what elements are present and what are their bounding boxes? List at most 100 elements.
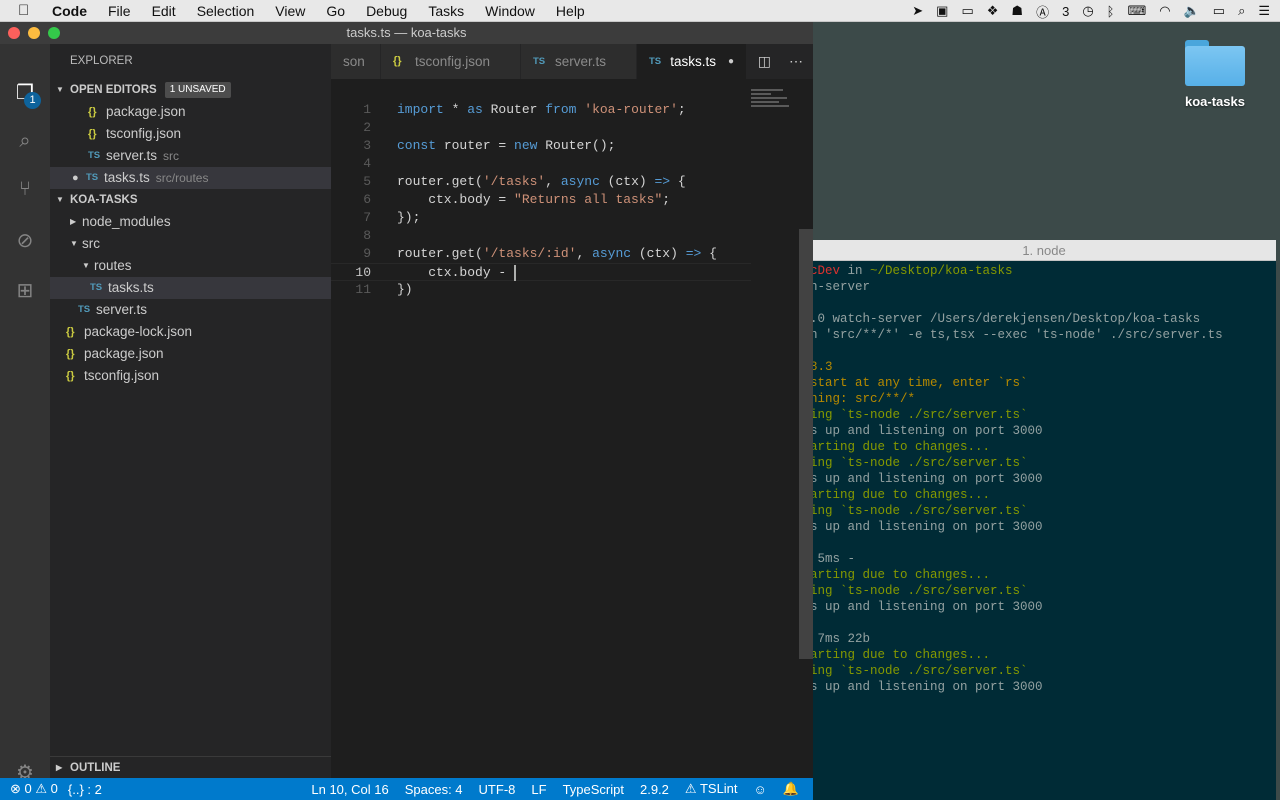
code-line[interactable]: 9 router.get('/tasks/:id', async (ctx) =>… <box>331 245 751 263</box>
menu-tasks[interactable]: Tasks <box>428 3 464 19</box>
tab-package-json[interactable]: son <box>331 44 381 79</box>
code-text: ctx.body - <box>397 264 517 282</box>
code-token: (ctx) <box>631 246 686 261</box>
code-line[interactable]: 3 const router = new Router(); <box>331 137 751 155</box>
volume-icon[interactable]: 🔈 <box>1184 3 1200 19</box>
notifications-bell-icon[interactable]: 🔔 <box>783 781 799 797</box>
extensions-icon[interactable]: ⊞ <box>12 278 38 304</box>
spotlight-search-icon[interactable]: ⌕ <box>1238 3 1245 19</box>
menu-file[interactable]: File <box>108 3 131 19</box>
tree-file[interactable]: {} package.json <box>50 343 331 365</box>
zoom-window-button[interactable] <box>48 27 60 39</box>
code-editor[interactable]: 1 import * as Router from 'koa-router'; 2 3… <box>331 79 813 778</box>
camera-icon[interactable]: ▣ <box>936 3 948 19</box>
keyboard-icon[interactable]: ⌨ <box>1127 3 1146 19</box>
code-line[interactable]: 2 <box>331 119 751 137</box>
menu-edit[interactable]: Edit <box>152 3 176 19</box>
code-line[interactable]: 5 router.get('/tasks', async (ctx) => { <box>331 173 751 191</box>
menu-go[interactable]: Go <box>326 3 345 19</box>
battery-icon[interactable]: ▭ <box>1213 3 1225 19</box>
symbols-indicator[interactable]: {..} : 2 <box>68 782 102 797</box>
unsaved-dot-icon[interactable]: ● <box>728 44 734 79</box>
more-actions-icon[interactable]: ⋯ <box>789 53 803 70</box>
terminal-line: v1.18.3 <box>812 359 1276 375</box>
tree-file[interactable]: {} tsconfig.json <box>50 365 331 387</box>
unsaved-dot-icon[interactable]: ● <box>72 167 86 189</box>
desktop-folder[interactable]: koa-tasks <box>1184 38 1246 109</box>
menu-selection[interactable]: Selection <box>197 3 255 19</box>
menu-debug[interactable]: Debug <box>366 3 407 19</box>
file-encoding[interactable]: UTF-8 <box>479 782 516 797</box>
code-line[interactable]: 1 import * as Router from 'koa-router'; <box>331 101 751 119</box>
code-line[interactable]: 10 ctx.body - <box>331 263 751 281</box>
menu-view[interactable]: View <box>275 3 305 19</box>
tslint-indicator[interactable]: ⚠ TSLint <box>685 781 738 797</box>
project-section-header[interactable]: ▼ KOA-TASKS <box>50 189 331 211</box>
adobe-icon[interactable]: Ⓐ <box>1036 2 1049 21</box>
tree-folder[interactable]: ▼ src <box>50 233 331 255</box>
open-editor-path: src/routes <box>155 171 209 185</box>
typescript-version[interactable]: 2.9.2 <box>640 782 669 797</box>
end-of-line[interactable]: LF <box>531 782 546 797</box>
outline-section-header[interactable]: ▶ OUTLINE <box>50 757 331 779</box>
tab-tsconfig-json[interactable]: {} tsconfig.json <box>381 44 521 79</box>
tree-item-name: tsconfig.json <box>84 368 160 383</box>
tab-tasks-ts[interactable]: TS tasks.ts ● <box>637 44 747 79</box>
language-mode[interactable]: TypeScript <box>563 782 624 797</box>
editor-actions: ◫ ⋯ <box>758 44 813 79</box>
menu-app-name[interactable]: Code <box>52 3 87 19</box>
tree-folder[interactable]: ▶ node_modules <box>50 211 331 233</box>
incognito-icon[interactable]: ☗ <box>1011 3 1023 19</box>
code-line[interactable]: 11}) <box>331 281 751 299</box>
line-number: 11 <box>355 282 371 297</box>
screen-share-icon[interactable]: ▭ <box>961 3 973 19</box>
tree-file[interactable]: {} package-lock.json <box>50 321 331 343</box>
tree-file-active[interactable]: TS tasks.ts <box>50 277 331 299</box>
tree-folder[interactable]: ▼ routes <box>50 255 331 277</box>
minimap[interactable] <box>751 89 795 119</box>
menu-window[interactable]: Window <box>485 3 535 19</box>
apple-menu-icon[interactable]:  <box>18 2 38 19</box>
tab-server-ts[interactable]: TS server.ts <box>521 44 637 79</box>
debug-icon[interactable]: ⊘ <box>12 228 38 254</box>
outline-section[interactable]: ▶ OUTLINE <box>50 756 331 778</box>
open-editor-item[interactable]: TS server.ts src <box>50 145 331 167</box>
terminal-window[interactable]: 1. node ~ MacDev in ~/Desktop/koa-tasksw… <box>812 240 1276 800</box>
terminal-text: er is up and listening on port 3000 <box>812 520 1043 534</box>
terminal-text: restarting due to changes... <box>812 440 991 454</box>
tree-file[interactable]: TS server.ts <box>50 299 331 321</box>
cursor-position[interactable]: Ln 10, Col 16 <box>311 782 388 797</box>
bluetooth-icon[interactable]: ᛒ <box>1107 4 1115 19</box>
terminal-line: tarting `ts-node ./src/server.ts` <box>812 663 1276 679</box>
code-token: 'koa-router' <box>584 102 678 117</box>
location-icon[interactable]: ➤ <box>912 3 923 19</box>
split-editor-icon[interactable]: ◫ <box>758 53 771 70</box>
wifi-icon[interactable]: ◠ <box>1159 3 1170 19</box>
editor-scrollbar[interactable] <box>799 229 813 659</box>
terminal-text: tarting `ts-node ./src/server.ts` <box>812 504 1028 518</box>
time-machine-icon[interactable]: ◷ <box>1082 3 1093 19</box>
code-token: { <box>670 174 686 189</box>
problems-indicator[interactable]: ⊗ 0 ⚠ 0 <box>10 781 58 797</box>
notification-center-icon[interactable]: ☰ <box>1258 3 1270 19</box>
feedback-smiley-icon[interactable]: ☺ <box>754 782 767 797</box>
open-editor-item[interactable]: {} package.json <box>50 101 331 123</box>
terminal-line: restarting due to changes... <box>812 647 1276 663</box>
code-line[interactable]: 4 <box>331 155 751 173</box>
code-line[interactable]: 7}); <box>331 209 751 227</box>
menu-help[interactable]: Help <box>556 3 585 19</box>
open-editor-item[interactable]: {} tsconfig.json <box>50 123 331 145</box>
window-titlebar: tasks.ts — koa-tasks <box>0 22 813 44</box>
code-line[interactable]: 6 ctx.body = "Returns all tasks"; <box>331 191 751 209</box>
code-line[interactable]: 8 <box>331 227 751 245</box>
source-control-icon[interactable]: ⑂ <box>12 178 38 204</box>
close-window-button[interactable] <box>8 27 20 39</box>
indentation[interactable]: Spaces: 4 <box>405 782 463 797</box>
open-editors-title: OPEN EDITORS <box>70 84 157 96</box>
open-editors-section-header[interactable]: ▼ OPEN EDITORS 1 UNSAVED <box>50 79 331 101</box>
search-icon[interactable]: ⌕ <box>12 130 38 156</box>
macos-menubar:  Code File Edit Selection View Go Debug… <box>0 0 1280 22</box>
minimize-window-button[interactable] <box>28 27 40 39</box>
dropbox-icon[interactable]: ❖ <box>987 3 999 19</box>
open-editor-item-active[interactable]: ● TS tasks.ts src/routes <box>50 167 331 189</box>
